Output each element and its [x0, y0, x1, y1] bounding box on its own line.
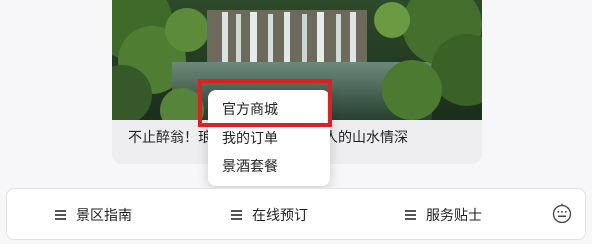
nav-label: 在线预订	[252, 208, 308, 224]
nav-scenic-guide-button[interactable]: 景区指南	[55, 189, 132, 241]
nav-label: 景区指南	[76, 208, 132, 224]
nav-label: 服务贴士	[426, 208, 482, 224]
menu-item-my-orders[interactable]: 我的订单	[222, 129, 278, 149]
nav-service-tips-button[interactable]: 服务贴士	[405, 189, 482, 241]
menu-icon	[55, 210, 66, 220]
mall-submenu-popup: 官方商城 我的订单 景酒套餐	[208, 90, 330, 186]
nav-online-booking-button[interactable]: 在线预订	[231, 189, 308, 241]
bottom-menu-bar: 景区指南 在线预订 服务贴士	[6, 188, 586, 240]
menu-icon	[231, 210, 242, 220]
menu-item-hotel-packages[interactable]: 景酒套餐	[222, 157, 278, 177]
keyboard-icon[interactable]	[551, 203, 573, 225]
menu-item-official-mall[interactable]: 官方商城	[222, 100, 278, 120]
menu-icon	[405, 210, 416, 220]
